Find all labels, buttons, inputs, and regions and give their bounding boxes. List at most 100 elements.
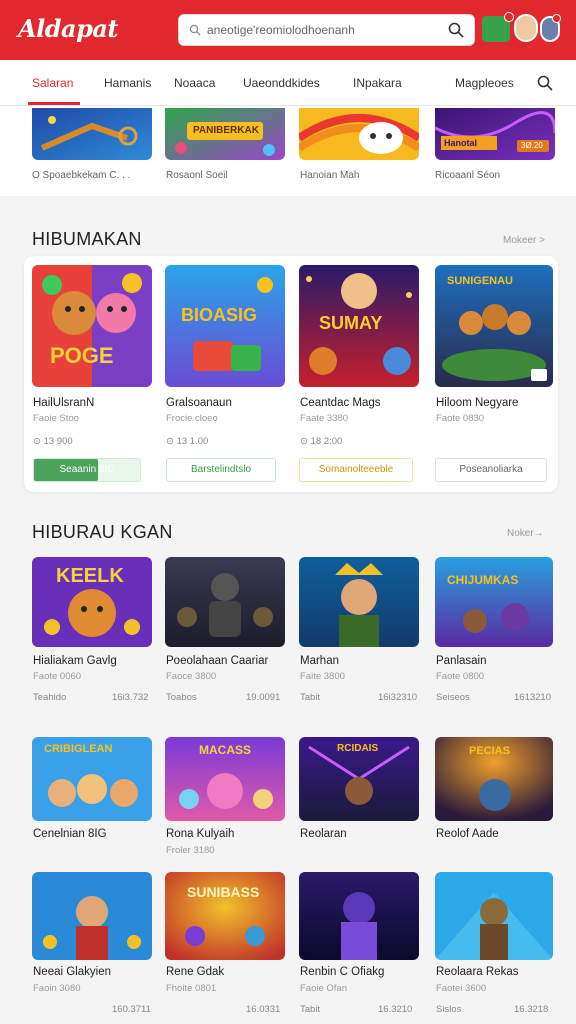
section-title: HIBUMAKAN — [32, 229, 142, 249]
game-name[interactable]: HailUlsranN — [33, 397, 94, 409]
game-tile[interactable]: CRIBIGLEAN — [32, 737, 152, 821]
game-tile[interactable]: SUNIGENAU — [435, 265, 553, 387]
thumbnail-text: Hanotal — [444, 138, 478, 148]
strip-caption: O Spoaebkekam C. . . — [32, 170, 131, 181]
game-meta: 16.3218 — [514, 1004, 549, 1015]
game-subtitle: Faate 3380 — [300, 413, 349, 424]
game-tile[interactable]: SUMAY — [299, 265, 419, 387]
nav-item-magpleoes[interactable]: Magpleoes — [455, 76, 514, 90]
tile-art-text: PECIAS — [469, 745, 510, 757]
game-thumbnail[interactable] — [299, 108, 419, 160]
game-meta: ⊙ 18 2:00 — [300, 436, 343, 447]
game-name[interactable]: Gralsoanaun — [166, 397, 232, 409]
game-tile[interactable] — [165, 557, 285, 647]
game-name[interactable]: Renbin C Ofiakg — [300, 966, 384, 978]
game-name[interactable]: Marhan — [300, 655, 339, 667]
game-name[interactable]: Hiloom Negyare — [436, 397, 518, 409]
play-button[interactable]: Poseanoliarka — [435, 458, 547, 482]
featured-strip: PANIBERKAK Hanotal 3Ø.20 O Spoaebkekam C… — [0, 106, 576, 196]
game-name[interactable]: Rona Kulyaih — [166, 828, 234, 840]
game-subtitle: Faote 0830 — [436, 413, 485, 424]
game-tile[interactable]: RCIDAIS — [299, 737, 419, 821]
game-subtitle: Frocie cloeo — [166, 413, 218, 424]
game-name[interactable]: Rene Gdak — [166, 966, 224, 978]
game-subtitle: Froler 3180 — [166, 845, 215, 856]
tile-art-text: SUMAY — [319, 313, 383, 333]
game-subtitle: Faite 3800 — [300, 671, 345, 682]
game-meta: 16i32310 — [378, 692, 418, 703]
tile-art-text: POGE — [50, 343, 114, 368]
game-subtitle: Faote 0060 — [33, 671, 82, 682]
top-bar: Aldapat aneotige'reomiolodhoenanh — [0, 0, 576, 60]
game-subtitle: Faoie Stoo — [33, 413, 79, 424]
search-input[interactable]: aneotige'reomiolodhoenanh — [207, 23, 355, 37]
nav-item-hamanis[interactable]: Hamanis — [104, 76, 151, 90]
game-tile[interactable] — [299, 872, 419, 960]
logo[interactable]: Aldapat — [18, 14, 119, 43]
game-meta: 16.3210 — [378, 1004, 413, 1015]
search-icon — [189, 24, 201, 36]
game-tile[interactable] — [435, 872, 553, 960]
nav-item-noaaca[interactable]: Noaaca — [174, 76, 215, 90]
game-meta: Seiseos — [436, 692, 470, 703]
section-more-link[interactable]: Mokeer > — [503, 235, 545, 246]
game-tile[interactable]: SUNIBASS — [165, 872, 285, 960]
tile-art-text: RCIDAIS — [337, 743, 379, 754]
game-name[interactable]: Reolaran — [300, 828, 347, 840]
game-name[interactable]: Panlasain — [436, 655, 487, 667]
game-meta: ⊙ 13 900 — [33, 436, 73, 447]
game-subtitle: Fhoite 0801 — [166, 983, 217, 994]
game-meta: Tabit — [300, 1004, 321, 1015]
strip-caption: Rosaonl Soeil — [166, 170, 228, 181]
tile-art-text: KEELK — [56, 565, 124, 587]
game-meta: 19.0091 — [246, 692, 281, 703]
game-name[interactable]: Hialiakam Gavlg — [33, 655, 117, 667]
active-tab-indicator — [28, 102, 80, 105]
game-meta: 160.3711 — [112, 1004, 151, 1015]
thumbnail-badge: 3Ø.20 — [521, 141, 543, 150]
game-tile[interactable] — [32, 872, 152, 960]
game-meta: 16.0331 — [246, 1004, 281, 1015]
game-name[interactable]: Neeai Glakyien — [33, 966, 111, 978]
tile-art-text: SUNIGENAU — [447, 275, 514, 287]
game-name[interactable]: Reolof Aade — [436, 828, 499, 840]
game-thumbnail[interactable]: PANIBERKAK — [165, 108, 285, 160]
play-button[interactable]: Barstelindtslo — [166, 458, 276, 482]
search-icon[interactable] — [537, 75, 553, 91]
game-subtitle: Faoin 3080 — [33, 983, 81, 994]
game-name[interactable]: Reolaara Rekas — [436, 966, 518, 978]
strip-caption: Hanoian Mah — [300, 170, 360, 181]
nav-item-salaran[interactable]: Salaran — [32, 76, 73, 90]
search-box[interactable]: aneotige'reomiolodhoenanh — [178, 14, 475, 46]
game-subtitle: Faoie Ofan — [300, 983, 347, 994]
game-name[interactable]: Ceantdac Mags — [300, 397, 381, 409]
tile-art-text: CHIJUMKAS — [447, 573, 519, 587]
tile-art-text: CRIBIGLEAN — [44, 743, 113, 755]
game-name[interactable]: Cenelnian 8IG — [33, 828, 107, 840]
game-subtitle: Faotei 3600 — [436, 983, 487, 994]
notification-dot — [504, 12, 514, 22]
game-tile[interactable] — [299, 557, 419, 647]
play-button[interactable]: Somainolteeeble — [299, 458, 413, 482]
game-tile[interactable]: PECIAS — [435, 737, 553, 821]
section-more-link[interactable]: Noker→ — [507, 528, 544, 539]
nav-item-uaeonddkides[interactable]: Uaeonddkides — [243, 76, 320, 90]
game-tile[interactable]: POGE — [32, 265, 152, 387]
game-thumbnail[interactable]: Hanotal 3Ø.20 — [435, 108, 555, 160]
game-name[interactable]: Poeolahaan Caariar — [166, 655, 268, 667]
game-tile[interactable]: CHIJUMKAS — [435, 557, 553, 647]
game-meta: 16i3.732 — [112, 692, 149, 703]
cart-icon[interactable] — [482, 12, 514, 42]
game-tile[interactable]: KEELK — [32, 557, 152, 647]
game-tile[interactable]: BIOASIG — [165, 265, 285, 387]
play-button[interactable]: Seaanin 8IC — [33, 458, 141, 482]
tile-art-text: BIOASIG — [181, 305, 258, 325]
profile-avatar[interactable] — [540, 14, 561, 42]
avatar[interactable] — [514, 14, 538, 42]
play-button-label: Seaanin 8IC — [59, 464, 115, 475]
search-submit-icon[interactable] — [448, 22, 464, 38]
nav-item-inpakara[interactable]: INpakara — [353, 76, 402, 90]
thumbnail-text: PANIBERKAK — [193, 125, 259, 136]
game-tile[interactable]: MACASS — [165, 737, 285, 821]
game-thumbnail[interactable] — [32, 108, 152, 160]
